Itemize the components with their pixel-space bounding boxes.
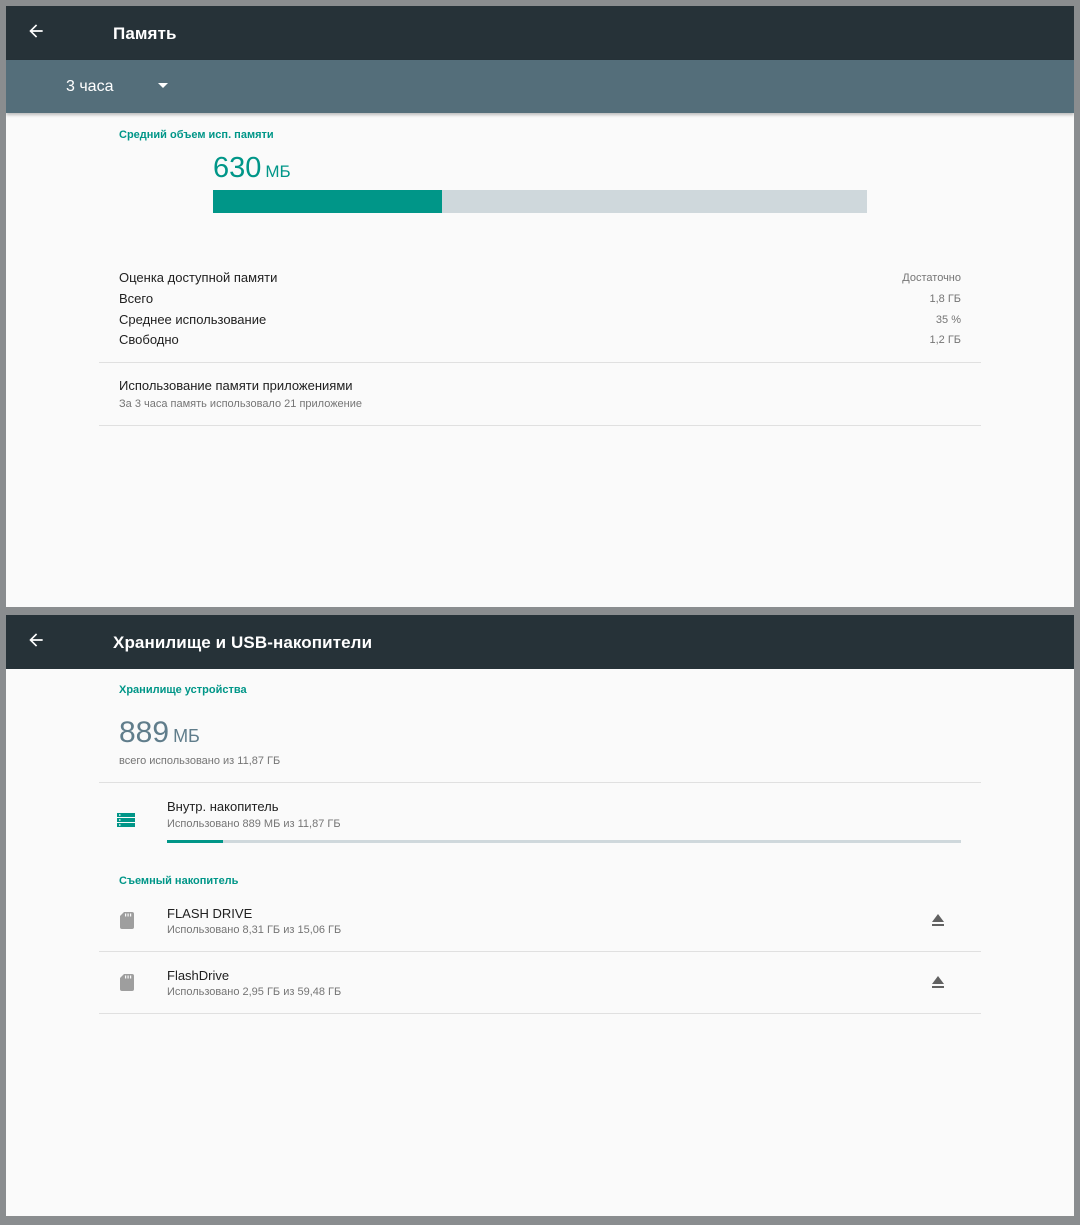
device-storage-header: Хранилище устройства — [119, 684, 247, 696]
memory-usage-bar — [213, 190, 867, 213]
removable-drive-title: FlashDrive — [167, 968, 230, 983]
eject-icon[interactable] — [931, 913, 945, 927]
app-memory-title: Использование памяти приложениями — [119, 378, 353, 393]
page-title: Хранилище и USB-накопители — [113, 633, 373, 652]
removable-drive-item[interactable]: FLASH DRIVE Использовано 8,31 ГБ из 15,0… — [99, 889, 981, 951]
avg-memory-header: Средний объем исп. памяти — [119, 129, 274, 141]
memory-app-bar: Память — [6, 6, 1074, 60]
stat-value: 1,2 ГБ — [929, 334, 961, 346]
internal-storage-progress — [167, 840, 961, 843]
dropdown-caret-icon[interactable] — [158, 83, 168, 88]
memory-screen: Память 3 часа Средний объем исп. памяти … — [6, 6, 1074, 607]
removable-drive-subtitle: Использовано 2,95 ГБ из 59,48 ГБ — [167, 986, 342, 998]
stat-row-available: Оценка доступной памяти Достаточно — [119, 270, 961, 290]
memory-usage-fill — [213, 190, 442, 213]
stat-label: Свободно — [119, 332, 179, 347]
storage-used-caption: всего использовано из 11,87 ГБ — [119, 755, 281, 767]
removable-drive-subtitle: Использовано 8,31 ГБ из 15,06 ГБ — [167, 924, 342, 936]
app-memory-usage-item[interactable]: Использование памяти приложениями За 3 ч… — [99, 363, 981, 425]
internal-storage-title: Внутр. накопитель — [167, 799, 279, 814]
back-arrow-icon[interactable] — [26, 630, 46, 650]
stat-label: Среднее использование — [119, 312, 267, 327]
eject-icon[interactable] — [931, 975, 945, 989]
sd-card-icon — [120, 912, 134, 929]
avg-memory-value: 630 МБ — [213, 152, 291, 185]
storage-list-icon — [117, 813, 135, 827]
internal-storage-progress-fill — [167, 840, 223, 843]
storage-used-value: 889 МБ — [119, 716, 200, 750]
back-arrow-icon[interactable] — [26, 21, 46, 41]
storage-used-number: 889 — [119, 716, 170, 749]
stat-value: 35 % — [935, 314, 961, 326]
stat-value: 1,8 ГБ — [929, 293, 961, 305]
period-selector[interactable]: 3 часа — [66, 78, 113, 96]
divider — [99, 425, 981, 426]
sd-card-icon — [120, 974, 134, 991]
app-memory-subtitle: За 3 часа память использовало 21 приложе… — [119, 398, 363, 410]
stat-label: Всего — [119, 291, 154, 306]
stat-value: Достаточно — [902, 272, 961, 284]
avg-memory-number: 630 — [213, 152, 262, 184]
removable-drive-title: FLASH DRIVE — [167, 906, 253, 921]
period-bar: 3 часа — [6, 60, 1074, 113]
stat-row-free: Свободно 1,2 ГБ — [119, 332, 961, 352]
storage-used-unit: МБ — [173, 726, 200, 746]
avg-memory-unit: МБ — [265, 162, 291, 181]
stat-label: Оценка доступной памяти — [119, 270, 278, 285]
divider — [99, 1013, 981, 1014]
removable-drive-item[interactable]: FlashDrive Использовано 2,95 ГБ из 59,48… — [99, 952, 981, 1014]
internal-storage-subtitle: Использовано 889 МБ из 11,87 ГБ — [167, 818, 341, 830]
page-title: Память — [113, 24, 177, 43]
removable-storage-header: Съемный накопитель — [119, 875, 239, 887]
storage-screen: Хранилище и USB-накопители Хранилище уст… — [6, 615, 1074, 1216]
stat-row-total: Всего 1,8 ГБ — [119, 291, 961, 311]
storage-app-bar: Хранилище и USB-накопители — [6, 615, 1074, 669]
stat-row-average: Среднее использование 35 % — [119, 312, 961, 332]
